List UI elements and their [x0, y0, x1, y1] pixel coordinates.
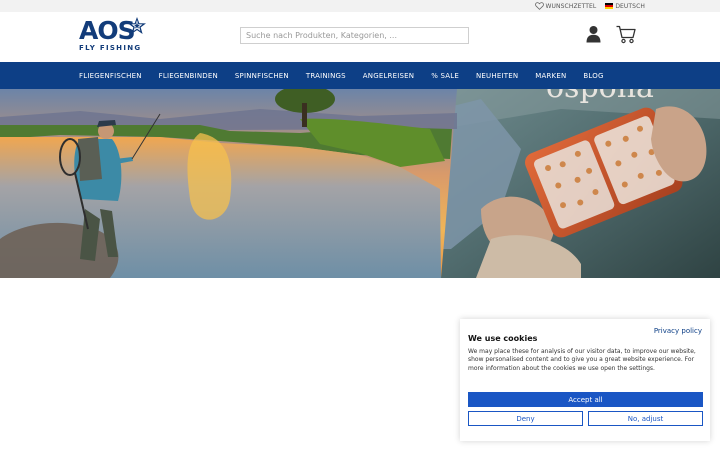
- wishlist-label: WUNSCHZETTEL: [545, 2, 597, 10]
- language-label: DEUTSCH: [615, 2, 645, 10]
- nav-item-marken[interactable]: MARKEN: [535, 72, 566, 80]
- nav-item-angelreisen[interactable]: ANGELREISEN: [363, 72, 414, 80]
- hero-image-fly-box[interactable]: ospona: [441, 89, 720, 278]
- nav-list: FLIEGENFISCHEN FLIEGENBINDEN SPINNFISCHE…: [79, 62, 621, 89]
- privacy-policy-link[interactable]: Privacy policy: [654, 327, 702, 335]
- site-header: AOS FLY FISHING: [0, 12, 720, 62]
- nav-item-neuheiten[interactable]: NEUHEITEN: [476, 72, 518, 80]
- shopping-cart-icon: [616, 25, 636, 44]
- main-navigation: FLIEGENFISCHEN FLIEGENBINDEN SPINNFISCHE…: [0, 62, 720, 89]
- accept-all-button[interactable]: Accept all: [468, 392, 703, 407]
- svg-text:ospona: ospona: [546, 89, 654, 105]
- logo-star-icon: [128, 17, 146, 34]
- cookie-description: We may place these for analysis of our v…: [468, 348, 696, 372]
- logo-subtitle: FLY FISHING: [79, 44, 142, 52]
- page: WUNSCHZETTEL DEUTSCH AOS FLY FISHING Suc…: [0, 0, 720, 450]
- top-utility-bar: WUNSCHZETTEL DEUTSCH: [0, 0, 720, 12]
- site-logo[interactable]: AOS FLY FISHING: [79, 16, 151, 56]
- hero-banner: ospona: [0, 89, 720, 278]
- cart-button[interactable]: [616, 25, 636, 48]
- nav-item-fliegenbinden[interactable]: FLIEGENBINDEN: [159, 72, 218, 80]
- language-selector[interactable]: DEUTSCH: [605, 3, 645, 10]
- cookie-consent-dialog: Privacy policy We use cookies We may pla…: [460, 319, 710, 441]
- account-button[interactable]: [586, 25, 601, 47]
- user-icon: [586, 26, 601, 43]
- top-utility-links: WUNSCHZETTEL DEUTSCH: [534, 0, 645, 12]
- nav-item-sale[interactable]: % SALE: [431, 72, 459, 80]
- adjust-settings-button[interactable]: No, adjust: [588, 411, 703, 426]
- nav-item-trainings[interactable]: TRAININGS: [306, 72, 346, 80]
- wishlist-link[interactable]: WUNSCHZETTEL: [534, 2, 597, 10]
- nav-item-spinnfischen[interactable]: SPINNFISCHEN: [235, 72, 289, 80]
- deny-button[interactable]: Deny: [468, 411, 583, 426]
- river-sunset-photo: [0, 89, 457, 278]
- german-flag-icon: [605, 3, 614, 9]
- heart-icon: [534, 2, 544, 10]
- cookie-title: We use cookies: [468, 334, 538, 343]
- fly-box-photo: ospona: [441, 89, 720, 278]
- search-input[interactable]: [240, 27, 469, 44]
- hero-image-river-sunset[interactable]: [0, 89, 457, 278]
- nav-item-blog[interactable]: BLOG: [583, 72, 603, 80]
- nav-item-fliegenfischen[interactable]: FLIEGENFISCHEN: [79, 72, 142, 80]
